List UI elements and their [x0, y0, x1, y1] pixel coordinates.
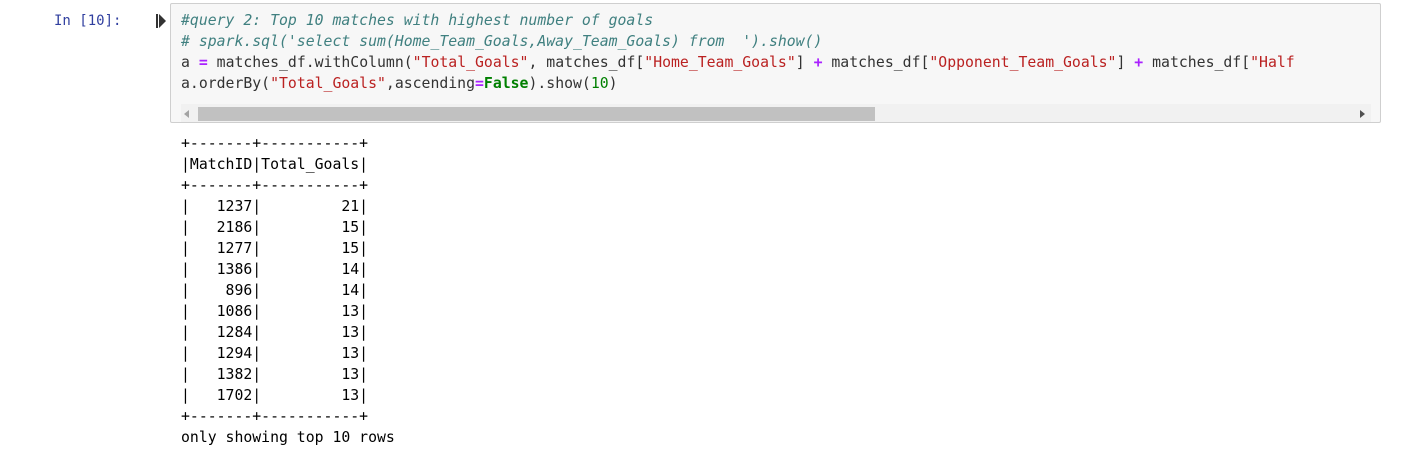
output-line: | 1382| 13|: [181, 366, 369, 383]
code-token: a: [181, 54, 199, 71]
output-line: | 1237| 21|: [181, 198, 369, 215]
cell-output: +-------+-----------+ |MatchID|Total_Goal…: [181, 133, 395, 448]
code-token: matches_df[: [822, 54, 930, 71]
output-line: +-------+-----------+: [181, 135, 369, 152]
code-token: 10: [590, 75, 609, 92]
output-line: only showing top 10 rows: [181, 429, 395, 446]
code-line[interactable]: a.orderBy("Total_Goals",ascending=False)…: [181, 73, 1295, 94]
output-line: |MatchID|Total_Goals|: [181, 156, 369, 173]
scroll-right-icon[interactable]: [1360, 110, 1365, 118]
output-line: | 1284| 13|: [181, 324, 369, 341]
output-line: +-------+-----------+: [181, 408, 369, 425]
code-line[interactable]: a = matches_df.withColumn("Total_Goals",…: [181, 52, 1295, 73]
code-token: a.orderBy(: [181, 75, 271, 92]
code-token: "Opponent_Team_Goals": [929, 54, 1117, 71]
scrollbar-thumb[interactable]: [198, 107, 875, 121]
code-line[interactable]: #query 2: Top 10 matches with highest nu…: [181, 10, 1295, 31]
code-token: , matches_df[: [528, 54, 645, 71]
code-token: "Home_Team_Goals": [644, 54, 796, 71]
code-token: # spark.sql('select sum(Home_Team_Goals,…: [181, 33, 823, 50]
code-line[interactable]: # spark.sql('select sum(Home_Team_Goals,…: [181, 31, 1295, 52]
code-token: #query 2: Top 10 matches with highest nu…: [181, 12, 654, 29]
code-token: =: [198, 54, 208, 71]
code-token: ,ascending: [385, 75, 475, 92]
input-prompt: In [10]:: [54, 13, 122, 29]
code-token: False: [483, 75, 529, 92]
code-token: ): [608, 75, 618, 92]
code-token: ]: [1116, 54, 1135, 71]
output-line: | 1294| 13|: [181, 345, 369, 362]
code-token: =: [475, 75, 484, 92]
scroll-left-icon[interactable]: [184, 110, 189, 118]
output-line: +-------+-----------+: [181, 177, 369, 194]
code-token: ).show(: [528, 75, 591, 92]
output-line: | 1386| 14|: [181, 261, 369, 278]
code-token: "Total_Goals": [270, 75, 386, 92]
horizontal-scrollbar[interactable]: [181, 104, 1371, 122]
run-cell-icon[interactable]: [156, 14, 166, 28]
code-editor[interactable]: #query 2: Top 10 matches with highest nu…: [181, 10, 1295, 94]
code-token: ]: [795, 54, 814, 71]
code-token: "Half: [1250, 54, 1295, 71]
code-token: matches_df[: [1143, 54, 1251, 71]
code-token: +: [1134, 54, 1144, 71]
output-line: | 1277| 15|: [181, 240, 369, 257]
output-line: | 896| 14|: [181, 282, 369, 299]
output-line: | 1702| 13|: [181, 387, 369, 404]
code-token: matches_df.withColumn(: [207, 54, 413, 71]
output-line: | 2186| 15|: [181, 219, 369, 236]
output-line: | 1086| 13|: [181, 303, 369, 320]
code-token: "Total_Goals": [412, 54, 529, 71]
code-input-area[interactable]: #query 2: Top 10 matches with highest nu…: [170, 3, 1381, 123]
